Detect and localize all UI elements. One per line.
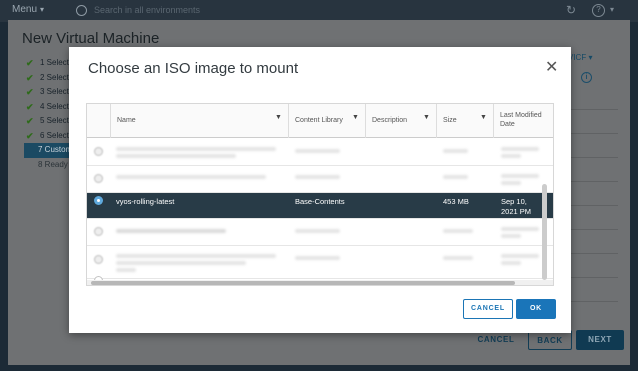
table-cell [295, 256, 340, 260]
choose-iso-dialog: Choose an ISO image to mount ✕ Name ▼ Co… [69, 47, 571, 333]
row-radio[interactable] [94, 147, 103, 156]
step-label: 7 Customize hardware [38, 145, 70, 154]
search-icon[interactable] [76, 5, 87, 16]
wizard-cancel-button[interactable]: CANCEL [474, 330, 518, 350]
checkmark-icon: ✔ [26, 87, 34, 97]
hardware-row [569, 182, 618, 206]
checkmark-icon: ✔ [26, 58, 34, 68]
table-cell [116, 154, 236, 158]
ok-button[interactable]: OK [516, 299, 556, 319]
hardware-panel [568, 86, 618, 326]
table-cell [501, 234, 521, 238]
app-top-bar: Menu ▾ Search in all environments ↻ ? ▾ [0, 0, 638, 22]
table-cell [295, 149, 340, 153]
column-header-description[interactable]: Description ▼ [365, 104, 436, 138]
table-cell [116, 261, 246, 265]
cell-size: 453 MB [443, 197, 469, 206]
table-cell [443, 229, 473, 233]
table-row-selected[interactable]: vyos-rolling-latest Base-Contents 453 MB… [87, 193, 553, 219]
column-header-content-library[interactable]: Content Library ▼ [288, 104, 365, 138]
table-cell [443, 256, 473, 260]
hardware-row [569, 206, 618, 230]
cell-content-library: Base-Contents [295, 197, 345, 206]
help-icon[interactable]: ? [592, 4, 605, 17]
datagrid-header: Name ▼ Content Library ▼ Description ▼ S… [87, 104, 553, 138]
hardware-row [569, 110, 618, 134]
dialog-title: Choose an ISO image to mount [88, 60, 299, 77]
column-label: Last Modified Date [500, 112, 542, 128]
menu-dropdown[interactable]: Menu ▾ [12, 4, 44, 15]
table-cell [501, 261, 521, 265]
table-cell [443, 149, 468, 153]
table-cell [501, 174, 539, 178]
cell-last-modified: Sep 10, 2021 PM [501, 197, 532, 216]
column-label: Description [372, 117, 408, 124]
global-search-input[interactable]: Search in all environments [94, 5, 200, 15]
checkmark-icon: ✔ [26, 116, 34, 126]
table-cell [501, 254, 539, 258]
hardware-row [569, 134, 618, 158]
table-cell [295, 229, 340, 233]
cell-name: vyos-rolling-latest [116, 197, 175, 206]
table-row[interactable] [87, 139, 553, 166]
row-radio[interactable] [94, 174, 103, 183]
table-cell [501, 147, 539, 151]
table-row[interactable] [87, 166, 553, 193]
checkmark-icon: ✔ [26, 130, 34, 141]
table-row[interactable] [87, 246, 553, 279]
wizard-back-button[interactable]: BACK [528, 330, 572, 350]
hardware-row [569, 86, 618, 110]
table-cell [116, 229, 226, 233]
filter-icon[interactable]: ▼ [352, 114, 359, 121]
table-cell [116, 268, 136, 272]
table-cell [443, 175, 468, 179]
horizontal-scrollbar[interactable] [87, 280, 553, 285]
table-cell [116, 175, 266, 179]
column-header-last-modified[interactable]: Last Modified Date [493, 104, 553, 138]
table-cell [295, 175, 340, 179]
table-cell [116, 254, 276, 258]
vertical-scrollbar[interactable] [542, 184, 547, 280]
column-label: Size [443, 117, 457, 124]
column-label: Content Library [295, 117, 343, 124]
row-radio[interactable] [94, 255, 103, 264]
table-cell [501, 154, 521, 158]
iso-datagrid: Name ▼ Content Library ▼ Description ▼ S… [86, 103, 554, 286]
chevron-down-icon[interactable]: ▾ [610, 5, 614, 14]
checkmark-icon: ✔ [26, 72, 34, 83]
row-radio-selected[interactable] [94, 196, 103, 205]
vm-options-tab[interactable]: VICF ▾ [568, 53, 592, 62]
checkmark-icon: ✔ [26, 101, 34, 112]
row-radio[interactable] [94, 227, 103, 236]
table-cell [116, 147, 276, 151]
filter-icon[interactable]: ▼ [480, 114, 487, 121]
column-header-size[interactable]: Size ▼ [436, 104, 493, 138]
close-icon[interactable]: ✕ [545, 60, 558, 76]
table-cell [501, 181, 521, 185]
hardware-row [569, 278, 618, 302]
column-label: Name [117, 117, 136, 124]
chevron-down-icon: ▾ [40, 5, 45, 14]
cancel-button[interactable]: CANCEL [463, 299, 513, 319]
refresh-icon[interactable]: ↻ [566, 3, 576, 17]
scrollbar-thumb[interactable] [91, 281, 515, 285]
hardware-row [569, 254, 618, 278]
table-cell [501, 227, 539, 231]
info-icon[interactable]: i [581, 72, 592, 83]
wizard-next-button[interactable]: NEXT [576, 330, 624, 350]
wizard-title: New Virtual Machine [22, 30, 160, 47]
wizard-step-7[interactable]: 7 Customize hardware [24, 143, 70, 158]
filter-icon[interactable]: ▼ [275, 114, 282, 121]
filter-icon[interactable]: ▼ [423, 114, 430, 121]
hardware-row [569, 158, 618, 182]
table-row[interactable] [87, 219, 553, 246]
hardware-row [569, 230, 618, 254]
menu-label: Menu [12, 4, 38, 15]
column-header-name[interactable]: Name ▼ [110, 104, 288, 138]
